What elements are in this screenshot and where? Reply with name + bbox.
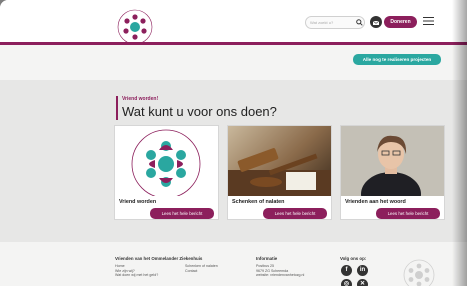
card-title: Vrienden aan het woord <box>345 199 406 205</box>
card-vrienden-aan-het-woord[interactable]: Vrienden aan het woord Lees het hele ber… <box>340 125 445 220</box>
twitter-icon[interactable]: ✕ <box>357 279 368 286</box>
site-footer <box>0 242 467 286</box>
page-title: Wat kunt u voor ons doen? <box>122 104 277 119</box>
facebook-icon[interactable]: f <box>341 265 352 276</box>
footer-logo-watermark <box>403 259 435 286</box>
card-vriend-worden[interactable]: Vriend worden Lees het hele bericht <box>114 125 219 220</box>
card-title: Schenken of nalaten <box>232 199 285 205</box>
card-schenken-of-nalaten[interactable]: Schenken of nalaten Lees het hele berich… <box>227 125 332 220</box>
device-edge-shadow <box>452 0 467 286</box>
intro-kicker: Vriend worden! <box>122 96 159 102</box>
hamburger-menu-icon[interactable] <box>423 16 434 26</box>
footer-link-contact[interactable]: Contact <box>185 269 197 273</box>
footer-heading-social: Volg ons op: <box>340 256 367 261</box>
instagram-icon[interactable]: ◎ <box>341 279 352 286</box>
site-logo[interactable] <box>116 8 154 46</box>
card-image-gavel <box>228 126 331 196</box>
footer-heading-organisation: Vrienden van het Ommelander Ziekenhuis <box>115 256 203 261</box>
read-more-button[interactable]: Lees het hele bericht <box>376 208 440 219</box>
mail-icon[interactable] <box>370 16 382 28</box>
card-image-logo <box>115 126 218 196</box>
footer-link-geld[interactable]: Wat doen wij met het geld? <box>115 273 158 277</box>
footer-website-link[interactable]: website: vriendenvanhetozg.nl <box>256 273 304 277</box>
card-title: Vriend worden <box>119 199 157 205</box>
linkedin-icon[interactable]: in <box>357 265 368 276</box>
read-more-button[interactable]: Lees het hele bericht <box>150 208 214 219</box>
read-more-button[interactable]: Lees het hele bericht <box>263 208 327 219</box>
footer-heading-informatie: Informatie <box>256 256 278 261</box>
page-frame: Wat zoekt u? Doneren Alle nog te realise… <box>0 0 467 286</box>
intro-accent-bar <box>116 96 118 120</box>
donate-button[interactable]: Doneren <box>384 16 417 28</box>
search-icon[interactable] <box>356 19 363 26</box>
card-image-person <box>341 126 444 196</box>
all-projects-button[interactable]: Alle nog te realiseren projecten <box>353 54 441 65</box>
